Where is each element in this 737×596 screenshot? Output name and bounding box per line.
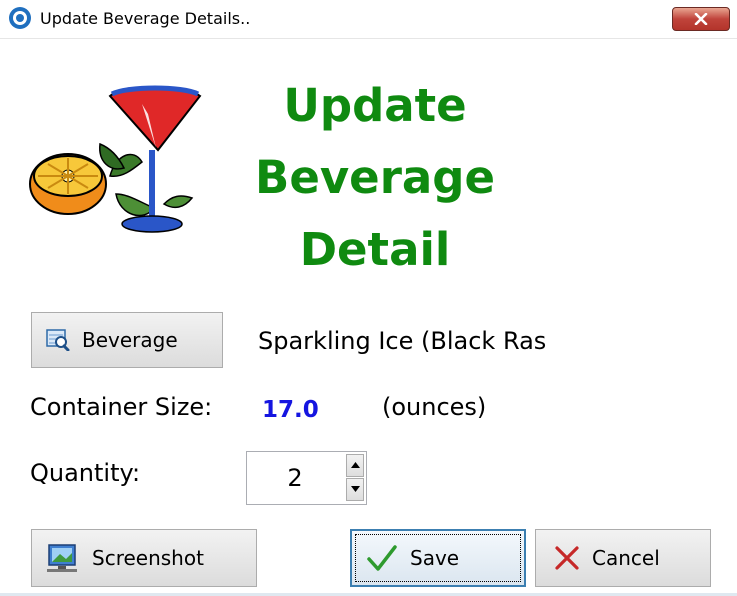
cocktail-clipart-icon bbox=[29, 85, 202, 233]
beverage-name: Sparkling Ice (Black Ras bbox=[258, 327, 547, 355]
beverage-button[interactable]: Beverage bbox=[31, 312, 223, 368]
heading-line-3: Detail bbox=[299, 223, 451, 276]
search-database-icon bbox=[46, 329, 70, 351]
window-title: Update Beverage Details.. bbox=[40, 9, 251, 28]
close-x-red-icon bbox=[555, 546, 579, 570]
monitor-icon bbox=[47, 544, 77, 572]
focus-rectangle bbox=[355, 534, 521, 582]
screenshot-button[interactable]: Screenshot bbox=[31, 529, 257, 587]
quantity-stepper bbox=[246, 451, 367, 505]
close-button[interactable] bbox=[672, 7, 730, 31]
container-size-value: 17.0 bbox=[262, 397, 319, 423]
heading-line-2: Beverage bbox=[255, 151, 495, 204]
screenshot-button-label: Screenshot bbox=[92, 546, 204, 570]
title-bar: Update Beverage Details.. bbox=[0, 0, 737, 39]
cancel-button[interactable]: Cancel bbox=[535, 529, 711, 587]
page-heading: Update Beverage Detail bbox=[220, 70, 530, 286]
quantity-increment-button[interactable] bbox=[346, 454, 364, 477]
update-beverage-dialog: Update Beverage Details.. Update Beverag… bbox=[0, 0, 737, 596]
container-size-unit: (ounces) bbox=[382, 393, 487, 421]
app-icon bbox=[9, 7, 31, 29]
save-button[interactable]: Save bbox=[350, 529, 526, 587]
container-size-label: Container Size: bbox=[30, 393, 213, 421]
arrow-up-icon bbox=[351, 462, 360, 468]
beverage-button-label: Beverage bbox=[82, 328, 178, 352]
close-x-icon bbox=[694, 13, 708, 25]
heading-line-1: Update bbox=[283, 79, 467, 132]
arrow-down-icon bbox=[351, 486, 360, 492]
quantity-input[interactable] bbox=[247, 452, 343, 504]
quantity-label: Quantity: bbox=[30, 459, 141, 487]
cancel-button-label: Cancel bbox=[592, 546, 660, 570]
quantity-decrement-button[interactable] bbox=[346, 478, 364, 501]
